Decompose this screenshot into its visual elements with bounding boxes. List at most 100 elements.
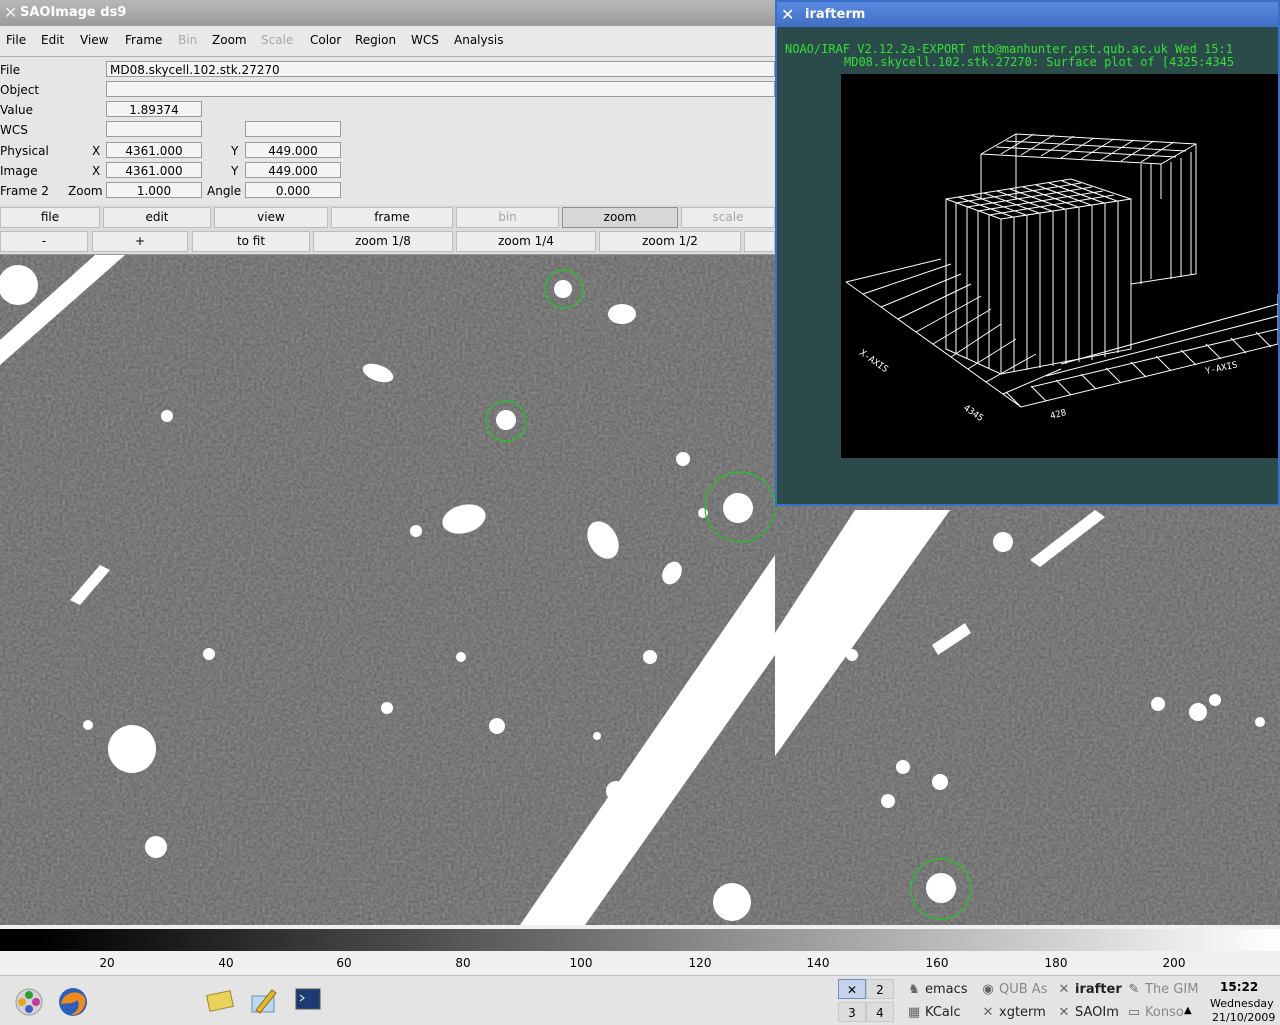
image-y-label: Y [231,164,239,178]
kde-menu-icon[interactable] [14,987,44,1017]
clock-time[interactable]: 15:22 [1220,980,1258,994]
clock-day: Wednesday [1210,997,1274,1010]
angle-label: Angle [207,184,242,198]
irafterm-window-title: irafterm [805,7,866,22]
desktop-3[interactable]: 3 [838,1002,866,1022]
image-label: Image [0,164,38,178]
task-kcalc[interactable]: ▦ KCalc [906,1005,961,1020]
zoom-1-4-button[interactable]: zoom 1/4 [456,231,596,252]
angle-field[interactable]: 0.000 [245,182,341,198]
desktop-1[interactable]: ✕ [838,979,866,999]
ds9-window-title: SAOImage ds9 [20,5,127,20]
object-field[interactable] [106,81,775,97]
task-irafterm[interactable]: ✕ irafter [1056,982,1122,997]
menu-region[interactable]: Region [355,33,396,47]
image-x-field[interactable]: 4361.000 [106,162,202,178]
zoom-1-8-button[interactable]: zoom 1/8 [313,231,453,252]
menu-wcs[interactable]: WCS [411,33,439,47]
image-y-field[interactable]: 449.000 [245,162,341,178]
task-gimp[interactable]: ✎ The GIM [1126,982,1199,997]
colorbar[interactable]: 20 40 60 80 100 120 140 160 180 200 [0,925,1280,975]
colorbar-tick: 40 [218,956,234,970]
colorbar-tick: 20 [99,956,115,970]
wcs-field-2[interactable] [245,121,341,137]
edit-icon[interactable] [248,986,280,1016]
main-buttonbar: file edit view frame bin zoom scale [0,205,775,229]
menu-bin[interactable]: Bin [178,33,197,47]
gnu-icon: ♞ [908,982,920,997]
clock-date: 21/10/2009 [1212,1011,1276,1024]
image-display-right[interactable] [775,505,1280,925]
frame-label: Frame 2 [0,184,49,198]
button-view[interactable]: view [214,207,328,228]
zoom-field[interactable]: 1.000 [106,182,202,198]
x-icon: ✕ [1058,1005,1070,1020]
button-zoom[interactable]: zoom [562,207,678,228]
task-firefox[interactable]: ◉ QUB As [980,982,1047,997]
taskbar-scroll-up-icon[interactable]: ▲ [1184,1005,1192,1016]
ds9-titlebar[interactable]: ✕ SAOImage ds9 [0,0,775,26]
menu-scale[interactable]: Scale [261,33,293,47]
terminal-icon[interactable] [295,988,321,1012]
iraf-plot-title: MD08.skycell.102.stk.27270: Surface plot… [844,55,1235,69]
zoom-1-2-button[interactable]: zoom 1/2 [599,231,741,252]
x-icon: ✕ [1058,982,1070,997]
button-frame[interactable]: frame [331,207,453,228]
physical-y-field[interactable]: 449.000 [245,142,341,158]
button-bin[interactable]: bin [456,207,559,228]
x-window-icon[interactable]: ✕ [4,0,17,26]
iraf-header-line: NOAO/IRAF V2.12.2a-EXPORT mtb@manhunter.… [785,42,1233,56]
colorbar-tick: 100 [569,956,593,970]
menu-color[interactable]: Color [310,33,341,47]
irafterm-window[interactable]: ✕ irafterm NOAO/IRAF V2.12.2a-EXPORT mtb… [775,0,1280,506]
button-edit[interactable]: edit [103,207,211,228]
desktop-4[interactable]: 4 [866,1002,894,1022]
menu-frame[interactable]: Frame [125,33,162,47]
ds9-menubar: File Edit View Frame Bin Zoom Scale Colo… [0,26,775,57]
colorbar-tick: 160 [925,956,949,970]
zoom-out-button[interactable]: - [0,231,88,252]
colorbar-tick: 140 [806,956,830,970]
colorbar-tick: 80 [455,956,471,970]
colorbar-tick: 180 [1044,956,1068,970]
button-scale[interactable]: scale [681,207,775,228]
task-emacs[interactable]: ♞ emacs [906,982,967,997]
gimp-icon: ✎ [1128,982,1140,997]
button-file[interactable]: file [0,207,100,228]
surface-plot: X-AXIS Y-AXIS 325 4345 428 [841,74,1278,458]
zoom-in-button[interactable]: + [92,231,188,252]
task-xgterm[interactable]: ✕ xgterm [980,1005,1046,1020]
physical-x-field[interactable]: 4361.000 [106,142,202,158]
wcs-field-1[interactable] [106,121,202,137]
zoom-buttonbar: - + to fit zoom 1/8 zoom 1/4 zoom 1/2 [0,229,775,255]
zoom-to-fit-button[interactable]: to fit [192,231,310,252]
zoom-extra-button[interactable] [744,231,775,252]
file-field[interactable]: MD08.skycell.102.stk.27270 [106,61,775,77]
calculator-icon: ▦ [907,1005,921,1020]
info-panel: File MD08.skycell.102.stk.27270 Object V… [0,57,775,205]
colorbar-tick: 200 [1162,956,1186,970]
desktop-2[interactable]: 2 [866,979,894,999]
terminal-icon: ▭ [1127,1005,1141,1020]
menu-view[interactable]: View [80,33,108,47]
taskbar: ✕ 2 3 4 ♞ emacs ◉ QUB As ✕ irafter ✎ The GIM… [0,975,1280,1025]
menu-edit[interactable]: Edit [41,33,64,47]
irafterm-titlebar[interactable]: ✕ irafterm [777,2,1278,27]
task-saoimage[interactable]: ✕ SAOIm [1056,1005,1119,1020]
colorbar-tick: 120 [688,956,712,970]
task-konsole[interactable]: ▭ Konso [1126,1005,1184,1020]
notes-icon[interactable] [205,988,235,1014]
x-window-icon[interactable]: ✕ [781,2,794,27]
object-label: Object [0,83,40,97]
firefox-icon[interactable] [57,986,89,1018]
colorbar-gradient[interactable] [0,929,1280,951]
value-field[interactable]: 1.89374 [106,101,202,117]
x-icon: ✕ [982,1005,994,1020]
menu-zoom[interactable]: Zoom [212,33,247,47]
menu-analysis[interactable]: Analysis [454,33,503,47]
menu-file[interactable]: File [6,33,26,47]
image-x-label: X [92,164,101,178]
image-display[interactable] [0,255,775,925]
file-label: File [0,63,21,77]
value-label: Value [0,103,33,117]
